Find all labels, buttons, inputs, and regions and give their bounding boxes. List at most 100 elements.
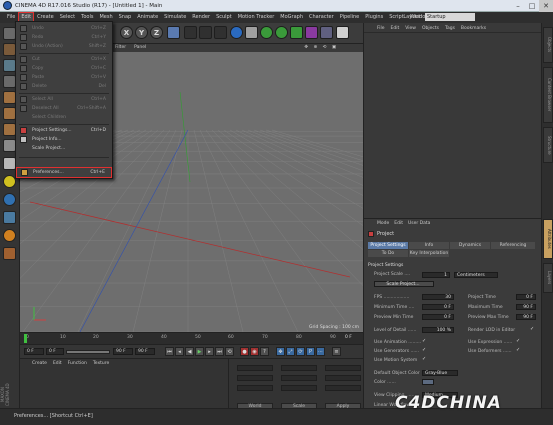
edit-menu-delete[interactable]: Delete Del: [16, 82, 112, 91]
am-menu-user-data[interactable]: User Data: [408, 221, 430, 228]
coord-field[interactable]: [237, 365, 273, 371]
tab-to-do[interactable]: To Do: [368, 250, 408, 257]
side-tab-objects[interactable]: Objects: [543, 27, 553, 63]
solo-icon[interactable]: [3, 193, 16, 206]
render-to-picture-viewer-icon[interactable]: [199, 26, 212, 39]
pen-spline-icon[interactable]: [245, 26, 258, 39]
z-axis-lock-icon[interactable]: Z: [150, 26, 163, 39]
maximum-time-field[interactable]: 90 F: [516, 304, 536, 310]
tab-dynamics[interactable]: Dynamics: [450, 242, 490, 249]
edit-menu-project-info[interactable]: Project Info...: [16, 135, 112, 144]
coord-field[interactable]: [281, 375, 317, 381]
min-frame-field[interactable]: 0 F: [46, 348, 64, 355]
record-keys-icon[interactable]: ●: [240, 347, 249, 356]
edit-menu-redo[interactable]: Redo Ctrl+Y: [16, 33, 112, 42]
coord-field[interactable]: [325, 375, 361, 381]
tab-referencing[interactable]: Referencing: [491, 242, 535, 249]
material-menu-function[interactable]: Function: [68, 361, 87, 366]
light-icon[interactable]: [336, 26, 349, 39]
keyframe-selection-icon[interactable]: ?: [260, 347, 269, 356]
edit-menu-scale-project[interactable]: Scale Project...: [16, 144, 112, 153]
om-menu-bookmarks[interactable]: Bookmarks: [461, 26, 486, 32]
minimize-button[interactable]: –: [511, 0, 525, 12]
viewport-menu-panel[interactable]: Panel: [134, 44, 146, 52]
autokey-icon[interactable]: ◉: [250, 347, 259, 356]
menu-snap[interactable]: Snap: [116, 12, 135, 23]
material-menu-edit[interactable]: Edit: [53, 361, 62, 366]
coord-field[interactable]: [281, 365, 317, 371]
am-menu-edit[interactable]: Edit: [394, 221, 403, 228]
layout-dropdown[interactable]: Startup: [425, 13, 475, 21]
menu-render[interactable]: Render: [189, 12, 213, 23]
next-key-icon[interactable]: ▸: [205, 347, 214, 356]
render-view-icon[interactable]: [184, 26, 197, 39]
array-generator-icon[interactable]: [275, 26, 288, 39]
bend-deformer-icon[interactable]: [290, 26, 303, 39]
tab-key-interpolation[interactable]: Key Interpolation: [409, 250, 449, 257]
project-scale-unit-dropdown[interactable]: Centimeters: [454, 272, 498, 278]
use-generators-checkbox[interactable]: ✓: [422, 348, 427, 353]
scale-project-button[interactable]: Scale Project...: [374, 281, 434, 287]
menu-plugins[interactable]: Plugins: [362, 12, 386, 23]
pla-key-icon[interactable]: ⋯: [316, 347, 325, 356]
material-menu-texture[interactable]: Texture: [93, 361, 109, 366]
preview-range-slider[interactable]: [66, 350, 110, 354]
edit-menu-undo[interactable]: Undo Ctrl+Z: [16, 24, 112, 33]
timeline-ruler[interactable]: 0 10 20 30 40 50 60 70 80 90 0 F: [20, 332, 363, 344]
use-animation-checkbox[interactable]: ✓: [422, 339, 427, 344]
planar-workplane-icon[interactable]: [3, 247, 16, 260]
om-menu-edit[interactable]: Edit: [391, 26, 400, 32]
om-menu-objects[interactable]: Objects: [422, 26, 439, 32]
menu-simulate[interactable]: Simulate: [161, 12, 189, 23]
x-axis-lock-icon[interactable]: X: [120, 26, 133, 39]
edit-menu-undo-action[interactable]: Undo (Action) Shift+Z: [16, 42, 112, 51]
side-tab-structure[interactable]: Structure: [543, 127, 553, 163]
use-deformers-checkbox[interactable]: ✓: [516, 348, 521, 353]
menu-pipeline[interactable]: Pipeline: [337, 12, 363, 23]
coord-field[interactable]: [325, 385, 361, 391]
cube-object-icon[interactable]: [230, 26, 243, 39]
default-object-color-dropdown[interactable]: Gray-Blue: [422, 370, 458, 376]
maximize-button[interactable]: □: [525, 0, 539, 12]
edit-menu-select-children[interactable]: Select Children: [16, 113, 112, 122]
coord-field[interactable]: [237, 385, 273, 391]
loop-icon[interactable]: ⟲: [225, 347, 234, 356]
edit-render-settings-icon[interactable]: [214, 26, 227, 39]
rotation-key-icon[interactable]: ⟳: [296, 347, 305, 356]
subdivision-surface-icon[interactable]: [260, 26, 273, 39]
menu-motion-tracker[interactable]: Motion Tracker: [235, 12, 278, 23]
level-of-detail-field[interactable]: 100 %: [422, 327, 454, 333]
am-menu-mode[interactable]: Mode: [377, 221, 389, 228]
om-menu-view[interactable]: View: [405, 26, 416, 32]
play-forwards-icon[interactable]: ▶: [195, 347, 204, 356]
viewport-menu-filter[interactable]: Filter: [115, 44, 126, 52]
start-frame-field[interactable]: 0 F: [24, 348, 44, 355]
play-backwards-icon[interactable]: ◀: [185, 347, 194, 356]
color-swatch[interactable]: [422, 379, 434, 385]
side-tab-layers[interactable]: Layers: [543, 263, 553, 293]
edit-menu-paste[interactable]: Paste Ctrl+V: [16, 73, 112, 82]
material-menu-create[interactable]: Create: [32, 361, 47, 366]
coordinate-system-icon[interactable]: [167, 26, 180, 39]
camera-icon[interactable]: [320, 26, 333, 39]
viewport-nav-icons[interactable]: ✥ ⊕ ⟲ ▣: [304, 44, 338, 52]
parameter-key-icon[interactable]: P: [306, 347, 315, 356]
edit-menu-select-all[interactable]: Select All Ctrl+A: [16, 95, 112, 104]
tab-project-settings[interactable]: Project Settings: [368, 242, 408, 249]
coord-field[interactable]: [281, 385, 317, 391]
project-time-field[interactable]: 0 F: [516, 294, 536, 300]
menu-animate[interactable]: Animate: [134, 12, 161, 23]
edit-menu-cut[interactable]: Cut Ctrl+X: [16, 55, 112, 64]
max-frame-field[interactable]: 90 F: [113, 348, 133, 355]
menu-character[interactable]: Character: [306, 12, 337, 23]
minimum-time-field[interactable]: 0 F: [422, 304, 454, 310]
use-motion-system-checkbox[interactable]: ✓: [422, 357, 427, 362]
coord-field[interactable]: [325, 365, 361, 371]
om-menu-tags[interactable]: Tags: [445, 26, 455, 32]
go-to-end-icon[interactable]: ⏭: [215, 347, 224, 356]
floor-object-icon[interactable]: [305, 26, 318, 39]
end-frame-field[interactable]: 90 F: [135, 348, 155, 355]
tab-info[interactable]: Info: [409, 242, 449, 249]
edit-menu-deselect-all[interactable]: Deselect All Ctrl+Shift+A: [16, 104, 112, 113]
render-lod-checkbox[interactable]: ✓: [530, 327, 535, 332]
